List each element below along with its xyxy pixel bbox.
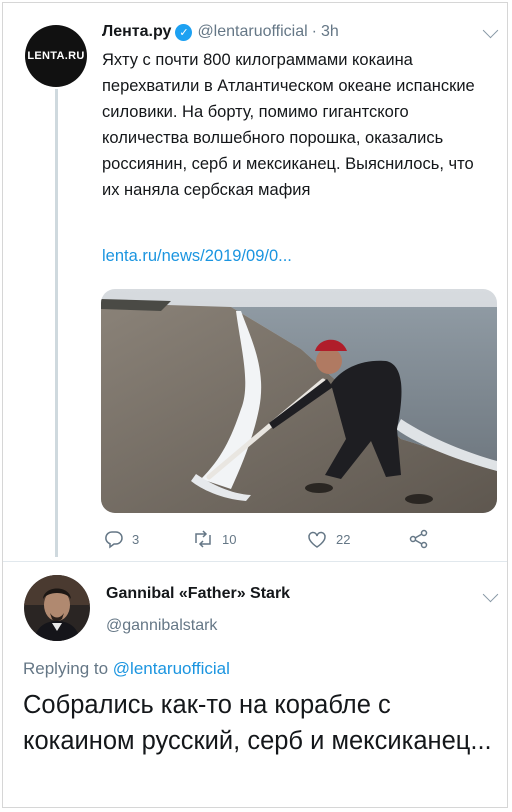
tweet-time[interactable]: 3h	[321, 23, 339, 41]
lenta-avatar[interactable]: LENTA.RU	[25, 25, 87, 87]
chevron-down-icon[interactable]	[482, 586, 499, 603]
retweet-icon	[195, 530, 211, 548]
chevron-down-icon[interactable]	[482, 22, 499, 39]
tweet-photo[interactable]	[101, 289, 497, 513]
reply-text: Собрались как-то на корабле с кокаином р…	[23, 691, 492, 755]
like-count: 22	[336, 531, 351, 547]
share-action[interactable]	[408, 527, 438, 551]
author-name[interactable]: Лента.ру	[102, 23, 171, 41]
tweet-divider	[3, 561, 507, 562]
verified-badge-icon: ✓	[175, 23, 193, 41]
share-icon	[409, 529, 428, 549]
heart-icon	[308, 531, 326, 548]
tweet-text: Яхту с почти 800 килограммами кокаина пе…	[102, 51, 475, 199]
reply-author-name[interactable]: Gannibal «Father» Stark	[106, 585, 290, 603]
avatar-photo	[24, 575, 90, 641]
reply-author-handle[interactable]: @gannibalstark	[106, 617, 217, 635]
replying-to-handle[interactable]: @lentaruofficial	[113, 659, 230, 678]
header-separator: ·	[311, 23, 317, 40]
reply-icon	[105, 531, 123, 549]
replying-prefix: Replying to	[23, 659, 109, 678]
avatar-logo-text: LENTA.RU	[27, 50, 85, 62]
reply-count: 3	[132, 531, 140, 547]
reply-action[interactable]: 3	[104, 527, 139, 551]
beach-photo-image	[101, 289, 497, 513]
retweet-action[interactable]: 10	[192, 527, 236, 551]
tweet-thread-card: LENTA.RU Лента.ру ✓ @lentaruofficial · 3…	[2, 2, 508, 808]
tweet-link[interactable]: lenta.ru/news/2019/09/0...	[102, 247, 292, 266]
author-handle[interactable]: @lentaruofficial	[197, 23, 307, 41]
replying-to-line: Replying to @lentaruofficial	[23, 659, 230, 679]
retweet-count: 10	[222, 531, 237, 547]
like-action[interactable]: 22	[306, 527, 350, 551]
tweet-actions: 3 10 22	[102, 527, 442, 551]
thread-connector-line	[55, 89, 58, 557]
tweet-header: Лента.ру ✓ @lentaruofficial · 3h	[102, 21, 339, 43]
reply-author-avatar[interactable]	[24, 575, 90, 641]
